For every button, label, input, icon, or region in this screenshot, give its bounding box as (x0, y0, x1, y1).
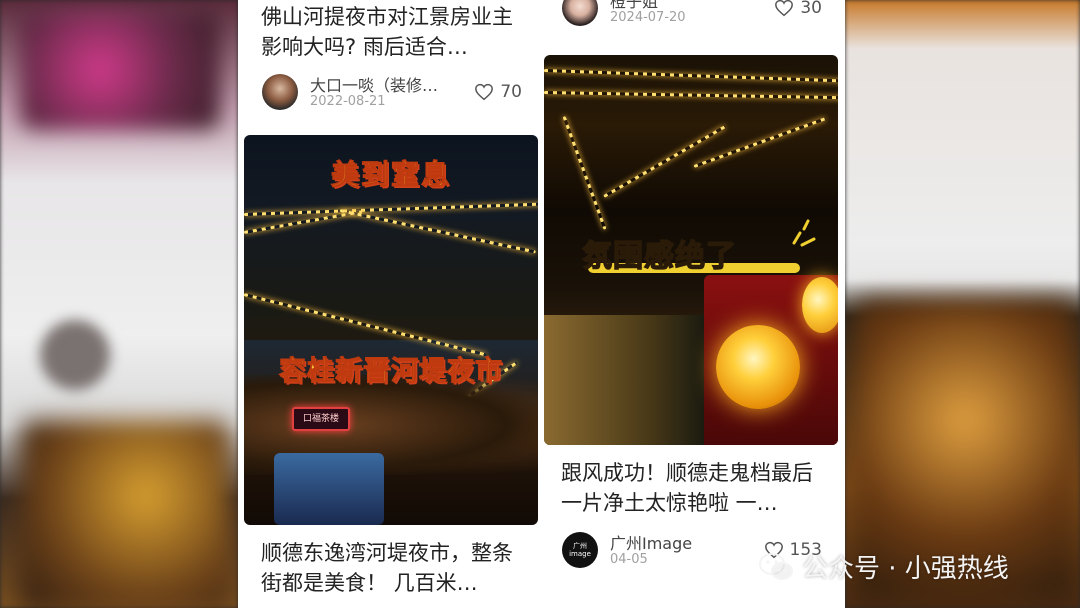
post-date: 04-05 (610, 552, 648, 567)
post-title[interactable]: 顺德东逸湾河堤夜市，整条街都是美食！ 几百米… (261, 538, 529, 598)
neon-sign: 口福茶楼 (292, 407, 350, 431)
post-date: 2022-08-21 (310, 94, 386, 109)
string-lights (544, 91, 838, 100)
feed-column-right: 橙子姐 2024-07-20 30 氛围感绝了 跟风成功！顺德走鬼档最后一片净土… (544, 0, 838, 608)
background-left-panel (0, 0, 238, 608)
background-right-panel (845, 0, 1080, 608)
post-meta: 大口一啖（装修… 2022-08-21 70 (262, 72, 532, 112)
image-caption-top: 美到窒息 (330, 158, 451, 192)
wechat-icon (759, 552, 793, 580)
image-caption-main: 容桂新晋河堤夜市 (279, 356, 503, 388)
post-feed: 佛山河提夜市对江景房业主影响大吗? 雨后适合… 大口一啖（装修… 2022-08… (238, 0, 845, 608)
feed-column-left: 佛山河提夜市对江景房业主影响大吗? 雨后适合… 大口一啖（装修… 2022-08… (244, 0, 538, 608)
string-lights (339, 209, 536, 254)
post-meta: 橙子姐 2024-07-20 30 (562, 0, 832, 28)
string-lights (544, 69, 838, 83)
post-date: 2024-07-20 (610, 10, 686, 25)
watermark: 公众号 · 小强热线 (758, 548, 1009, 585)
like-count: 70 (500, 82, 522, 102)
lantern-bulb (802, 277, 838, 333)
background-blob (20, 420, 230, 608)
lantern-bulb (716, 325, 800, 409)
like-button[interactable]: 30 (774, 0, 822, 18)
author-name[interactable]: 广州Image (610, 530, 760, 554)
like-button[interactable]: 70 (474, 82, 522, 102)
heart-icon (775, 0, 794, 17)
post-image[interactable]: 氛围感绝了 (544, 55, 838, 445)
background-blob (20, 10, 220, 130)
avatar[interactable] (562, 0, 598, 26)
string-lights (244, 202, 538, 216)
background-blob (40, 320, 110, 390)
post-title[interactable]: 佛山河提夜市对江景房业主影响大吗? 雨后适合… (261, 2, 529, 62)
image-caption: 氛围感绝了 (581, 238, 737, 275)
string-lights (693, 117, 827, 168)
author-name[interactable]: 大口一啖（装修… (310, 72, 460, 96)
avatar-logo-text: 广州 image (569, 542, 591, 558)
heart-icon (475, 83, 494, 101)
post-title[interactable]: 跟风成功！顺德走鬼档最后一片净土太惊艳啦 一… (561, 458, 829, 518)
post-image[interactable]: 口福茶楼 美到窒息 容桂新晋河堤夜市 (244, 135, 538, 525)
string-lights (562, 115, 607, 230)
bus (274, 453, 384, 525)
avatar[interactable]: 广州 image (562, 532, 598, 568)
avatar[interactable] (262, 74, 298, 110)
like-count: 30 (800, 0, 822, 18)
watermark-text: 公众号 · 小强热线 (802, 554, 1009, 584)
sparkle-icon (792, 219, 816, 247)
